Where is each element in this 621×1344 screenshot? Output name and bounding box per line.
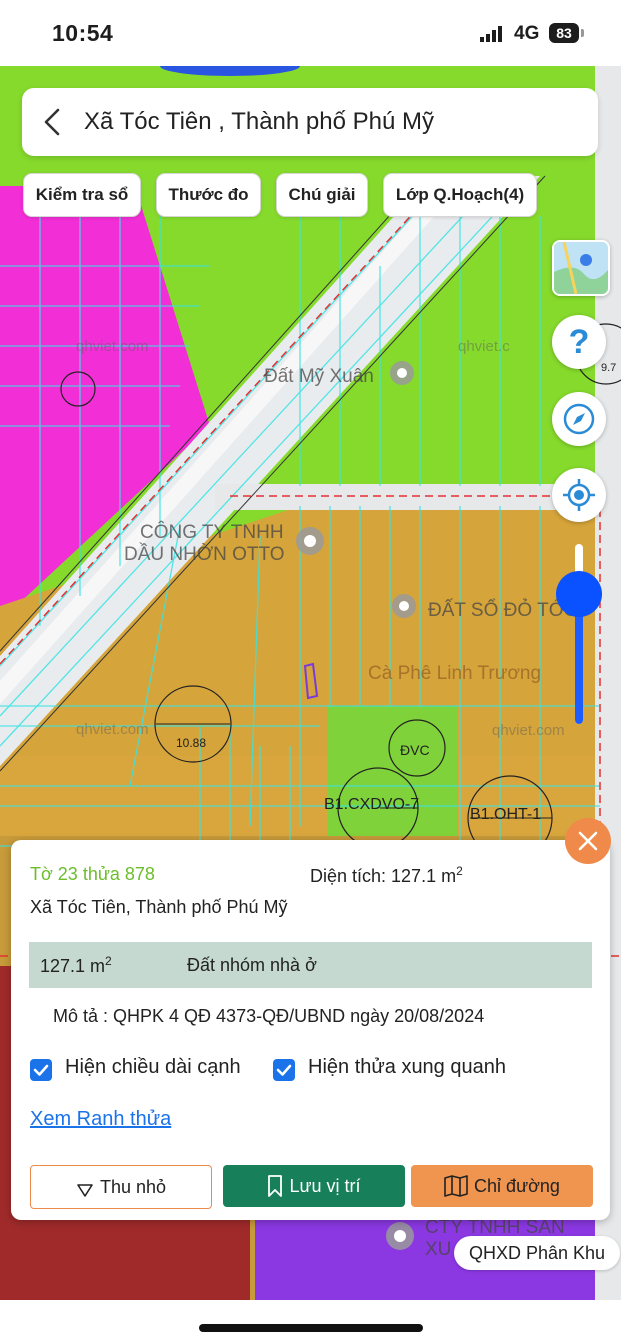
triangle-down-icon [77, 1184, 93, 1197]
close-icon [578, 831, 598, 851]
compass-button[interactable] [552, 392, 606, 446]
status-bar: 10:54 4G 83 [0, 0, 621, 66]
show-surrounding-parcels-label[interactable]: Hiện thửa xung quanh [308, 1056, 506, 1079]
shrink-button[interactable]: Thu nhỏ [30, 1165, 212, 1209]
save-location-label: Lưu vị trí [289, 1176, 361, 1196]
poi-label-company-line2[interactable]: DẦU NHỜN OTTO [124, 544, 285, 566]
poi-label-cty-san-2[interactable]: XU [425, 1239, 451, 1261]
save-location-button[interactable]: Lưu vị trí [223, 1165, 405, 1207]
map-icon [444, 1175, 468, 1197]
watermark: qhviet.com [492, 722, 565, 739]
lot-code-10-88: 10.88 [176, 736, 207, 750]
zoning-area-value: 127.1 m [40, 956, 106, 976]
home-indicator[interactable] [199, 1324, 423, 1332]
zoning-row: 127.1 m2 Đất nhóm nhà ở [29, 942, 592, 988]
signal-icon [480, 26, 502, 42]
zoning-area: 127.1 m2 [40, 954, 112, 977]
checkmark-icon [33, 1064, 49, 1076]
help-button[interactable]: ? [552, 315, 606, 369]
svg-text:?: ? [569, 323, 590, 361]
zoning-area-unit-sup: 2 [105, 954, 112, 968]
chevron-left-icon[interactable] [38, 106, 68, 138]
directions-label: Chỉ đường [474, 1176, 560, 1196]
lot-code-dvc: ĐVC [400, 742, 430, 758]
zoning-type: Đất nhóm nhà ở [187, 955, 317, 975]
watermark: qhviet.com [76, 721, 149, 738]
chip-planning-layers[interactable]: Lớp Q.Hoạch(4) [383, 173, 537, 217]
show-surrounding-parcels-checkbox[interactable] [273, 1059, 295, 1081]
watermark: qhviet.com [76, 338, 149, 355]
show-edge-length-checkbox[interactable] [30, 1059, 52, 1081]
network-type: 4G [514, 23, 540, 44]
parcel-info-card: Tờ 23 thửa 878 Diện tích: 127.1 m2 Xã Tó… [11, 840, 610, 1220]
watermark: qhviet.c [458, 338, 510, 355]
bookmark-icon [268, 1175, 283, 1197]
compass-icon [563, 403, 595, 435]
locate-icon [563, 479, 595, 511]
battery-icon: 83 [549, 23, 579, 43]
location-title: Xã Tóc Tiên , Thành phố Phú Mỹ [84, 108, 434, 135]
help-icon: ? [569, 323, 590, 361]
lot-code-cxdvo: B1.CXDVO-7 [324, 796, 420, 813]
parcel-area: Diện tích: 127.1 m2 [310, 864, 463, 887]
chip-measure[interactable]: Thước đo [156, 173, 261, 217]
location-header[interactable]: Xã Tóc Tiên , Thành phố Phú Mỹ [22, 88, 598, 156]
checkmark-icon [276, 1064, 292, 1076]
shrink-button-label: Thu nhỏ [99, 1177, 167, 1197]
planning-description: Mô tả : QHPK 4 QĐ 4373-QĐ/UBND ngày 20/0… [53, 1006, 485, 1026]
parcel-area-unit-sup: 2 [456, 864, 463, 878]
parcel-id: Tờ 23 thửa 878 [30, 864, 155, 884]
map-layer-thumbnail[interactable] [552, 240, 610, 296]
directions-button[interactable]: Chỉ đường [411, 1165, 593, 1207]
locate-button[interactable] [552, 468, 606, 522]
poi-label-company-line1[interactable]: CÔNG TY TNHH [140, 522, 284, 544]
poi-label-cafe[interactable]: Cà Phê Linh Trương [368, 663, 541, 685]
poi-label-my-xuan[interactable]: Đất Mỹ Xuân [264, 366, 374, 388]
status-time: 10:54 [52, 20, 114, 46]
chip-check-land-book[interactable]: Kiểm tra sổ [23, 173, 141, 217]
battery-tip [581, 29, 584, 37]
lot-code-oht: B1.OHT-1 [470, 806, 542, 823]
chip-legend[interactable]: Chú giải [276, 173, 368, 217]
close-card-button[interactable] [565, 818, 611, 864]
show-edge-length-label[interactable]: Hiện chiều dài cạnh [65, 1056, 241, 1079]
planning-layer-badge[interactable]: QHXD Phân Khu [454, 1236, 620, 1270]
parcel-address: Xã Tóc Tiên, Thành phố Phú Mỹ [30, 897, 288, 917]
view-parcel-boundary-link[interactable]: Xem Ranh thửa [30, 1108, 171, 1131]
home-indicator-area [0, 1300, 621, 1344]
opacity-slider-knob[interactable] [556, 571, 602, 617]
poi-label-dat-so-do[interactable]: ĐẤT SỔ ĐỎ TÓC [428, 600, 577, 622]
parcel-area-label: Diện tích: 127.1 m [310, 866, 457, 886]
map-layer-icon [554, 242, 608, 294]
